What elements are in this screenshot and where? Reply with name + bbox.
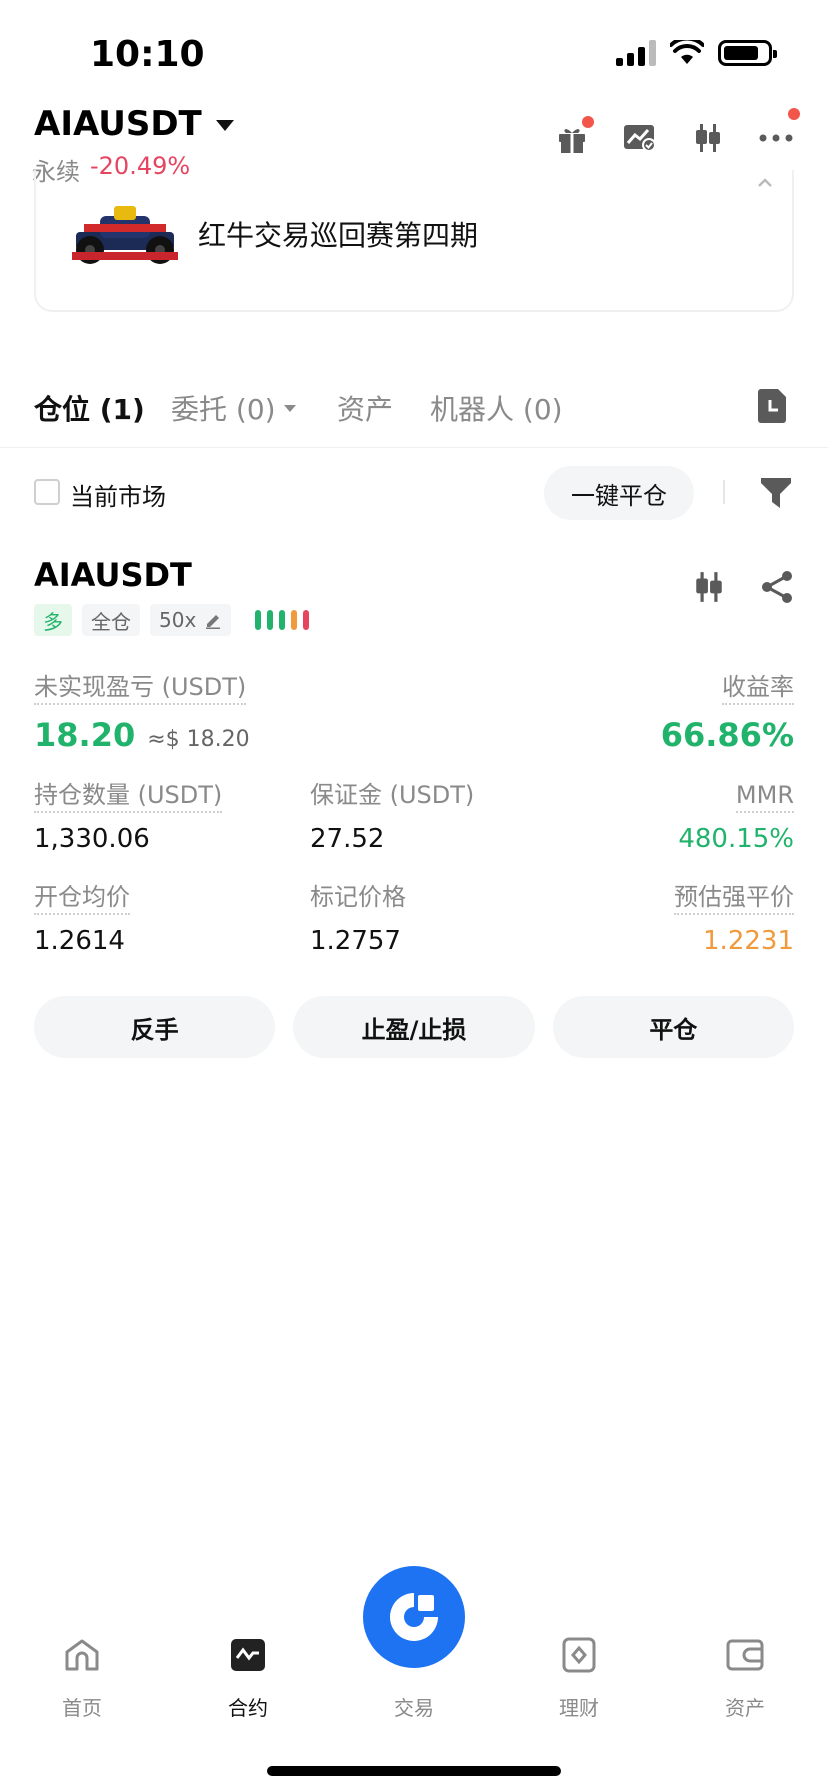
chevron-up-icon[interactable]	[756, 174, 774, 192]
current-market-checkbox[interactable]	[34, 479, 60, 505]
entry-price-value: 1.2614	[34, 926, 125, 956]
close-all-button[interactable]: 一键平仓	[544, 466, 694, 520]
trade-logo-icon	[390, 1593, 438, 1641]
tab-bots-label: 机器人 (0)	[430, 393, 563, 426]
mark-price-value: 1.2757	[310, 926, 401, 956]
share-icon[interactable]	[760, 570, 794, 604]
leverage-badge[interactable]: 50x	[150, 604, 232, 636]
mark-price-label: 标记价格	[310, 883, 406, 911]
battery-icon	[718, 40, 777, 66]
candlestick-icon[interactable]	[692, 570, 726, 604]
edit-icon	[206, 615, 221, 629]
pair-name: AIAUSDT	[34, 104, 202, 144]
position-tags: 多 全仓 50x	[34, 604, 310, 636]
chart-check-icon[interactable]	[622, 120, 658, 156]
margin-label: 保证金 (USDT)	[310, 781, 475, 809]
tab-orders[interactable]: 委托 (0)	[171, 388, 296, 428]
entry-price-label[interactable]: 开仓均价	[34, 882, 130, 915]
status-icons	[616, 40, 777, 66]
divider	[723, 480, 725, 504]
nav-earn-label: 理财	[559, 1696, 599, 1720]
header-actions	[554, 108, 800, 156]
size-value: 1,330.06	[34, 824, 150, 854]
unrealized-pnl-value: 18.20	[34, 716, 136, 754]
caret-down-icon	[283, 404, 296, 412]
tpsl-button[interactable]: 止盈/止损	[293, 996, 535, 1058]
wallet-icon	[726, 1636, 764, 1674]
roe-label[interactable]: 收益率	[722, 672, 794, 705]
unrealized-pnl-usd: ≈$ 18.20	[147, 727, 250, 752]
margin-mode-badge: 全仓	[82, 604, 140, 636]
unrealized-pnl: 18.20 ≈$ 18.20	[34, 716, 250, 754]
wifi-icon	[670, 40, 704, 64]
caret-down-icon	[215, 119, 234, 131]
earn-icon	[560, 1636, 598, 1674]
mmr-value: 480.15%	[678, 824, 794, 854]
cellular-signal-icon	[616, 40, 656, 66]
tab-orders-label: 委托 (0)	[171, 393, 276, 426]
nav-assets-label: 资产	[725, 1696, 765, 1720]
close-position-button[interactable]: 平仓	[552, 996, 794, 1058]
nav-futures[interactable]: 合约	[188, 1636, 308, 1721]
nav-home[interactable]: 首页	[22, 1636, 142, 1721]
nav-trade-label: 交易	[394, 1696, 434, 1720]
reverse-button[interactable]: 反手	[34, 996, 276, 1058]
bottom-nav: 首页 合约 交易 理财 资产	[0, 1566, 828, 1792]
pair-selector[interactable]: AIAUSDT	[34, 104, 234, 144]
liq-price-value: 1.2231	[703, 926, 794, 956]
side-badge: 多	[34, 604, 72, 636]
margin-value: 27.52	[310, 824, 385, 854]
current-market-label: 当前市场	[70, 483, 166, 511]
status-time: 10:10	[90, 34, 205, 75]
size-label[interactable]: 持仓数量 (USDT)	[34, 780, 223, 813]
futures-icon	[229, 1636, 267, 1674]
tab-assets-label: 资产	[337, 393, 394, 426]
roe-value: 66.86%	[660, 716, 794, 754]
home-indicator	[267, 1766, 561, 1776]
tab-bots[interactable]: 机器人 (0)	[430, 388, 563, 428]
trade-button[interactable]	[363, 1566, 465, 1668]
race-car-image	[72, 206, 178, 264]
position-symbol: AIAUSDT	[34, 556, 192, 594]
liq-price-label[interactable]: 预估强平价	[674, 882, 794, 915]
candlestick-icon[interactable]	[690, 120, 726, 156]
history-document-icon[interactable]	[756, 388, 788, 424]
status-bar: 10:10	[0, 0, 828, 100]
risk-level-indicator	[255, 610, 310, 630]
nav-assets[interactable]: 资产	[685, 1636, 805, 1721]
gift-icon[interactable]	[554, 116, 594, 156]
banner-title: 红牛交易巡回赛第四期	[198, 219, 479, 252]
tab-positions-label: 仓位 (1)	[34, 393, 145, 426]
mmr-label[interactable]: MMR	[735, 780, 794, 813]
position-actions	[692, 570, 794, 604]
home-icon	[63, 1636, 101, 1674]
promo-banner[interactable]: 红牛交易巡回赛第四期	[34, 170, 794, 312]
tab-positions[interactable]: 仓位 (1)	[34, 388, 145, 428]
filter-row: 当前市场 一键平仓	[0, 462, 828, 522]
position-action-row: 反手 止盈/止损 平仓	[34, 996, 794, 1058]
filter-icon[interactable]	[760, 476, 792, 510]
nav-earn[interactable]: 理财	[519, 1636, 639, 1721]
position-tabs: 仓位 (1) 委托 (0) 资产 机器人 (0)	[0, 378, 828, 448]
nav-futures-label: 合约	[228, 1696, 268, 1720]
leverage-value: 50x	[159, 608, 197, 632]
tab-assets[interactable]: 资产	[337, 388, 393, 428]
nav-home-label: 首页	[62, 1696, 102, 1720]
unrealized-pnl-label[interactable]: 未实现盈亏 (USDT)	[34, 672, 247, 705]
more-icon[interactable]	[758, 108, 800, 156]
